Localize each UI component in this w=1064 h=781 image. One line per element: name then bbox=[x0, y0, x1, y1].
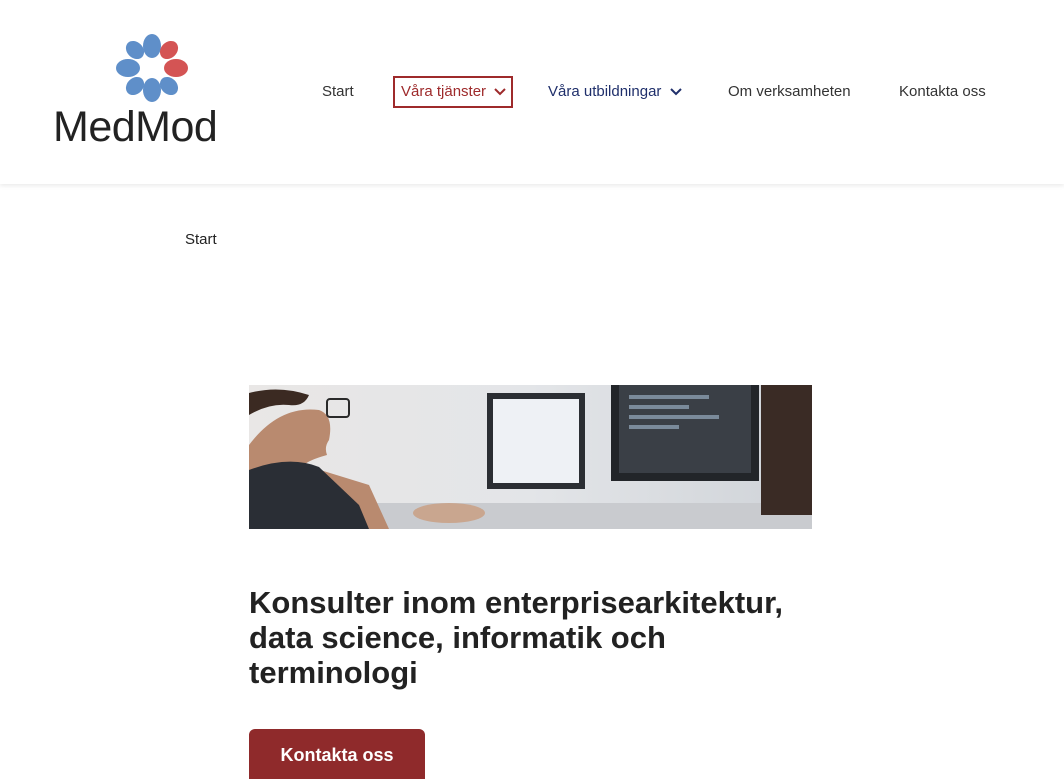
hero-image bbox=[249, 385, 812, 529]
nav-item-vara-tjanster[interactable]: Våra tjänster bbox=[393, 76, 513, 108]
medmod-logo[interactable]: MedMod bbox=[53, 34, 249, 150]
flower-logo-icon bbox=[116, 34, 188, 102]
nav-item-om-verksamheten[interactable]: Om verksamheten bbox=[728, 76, 851, 108]
hero-photo bbox=[249, 385, 812, 529]
brand-name: MedMod bbox=[53, 103, 218, 151]
site-header: MedMod Start Våra tjänster Våra utbildni… bbox=[0, 0, 1064, 184]
nav-item-start[interactable]: Start bbox=[322, 76, 354, 108]
breadcrumb[interactable]: Start bbox=[185, 231, 217, 248]
nav-item-label: Våra utbildningar bbox=[548, 83, 662, 100]
nav-item-label: Start bbox=[322, 83, 354, 100]
nav-item-kontakta-oss[interactable]: Kontakta oss bbox=[899, 76, 986, 108]
nav-item-vara-utbildningar[interactable]: Våra utbildningar bbox=[548, 76, 682, 108]
page-title: Konsulter inom enterprisearkitektur, dat… bbox=[249, 584, 784, 690]
contact-button[interactable]: Kontakta oss bbox=[249, 729, 425, 779]
chevron-down-icon bbox=[669, 88, 682, 96]
nav-item-label: Våra tjänster bbox=[401, 83, 487, 100]
chevron-down-icon bbox=[494, 88, 506, 96]
nav-item-label: Om verksamheten bbox=[728, 83, 851, 100]
nav-item-label: Kontakta oss bbox=[899, 83, 986, 100]
